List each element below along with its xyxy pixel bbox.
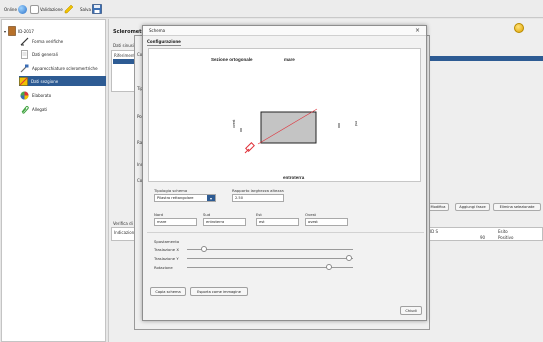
left-orientation-label: ovest [232,120,236,128]
pencil-icon [64,4,74,14]
bg-label-riferimenti: Riferimenti [114,53,137,58]
spostamento-heading: Spostamento [154,239,180,244]
hammer-icon [20,64,29,72]
globe-icon [17,4,27,14]
toolbar-online[interactable]: Online [4,4,27,14]
table-header-esito: Esito [498,229,508,234]
close-icon[interactable]: × [415,27,420,34]
rapporto-field[interactable]: 2.50 [232,194,284,202]
tree-root-label: ID-2017 [18,28,34,34]
top-orientation-label: mare [284,57,295,62]
tree-root[interactable]: ▾ ID-2017 [4,26,34,36]
bg-label-dati-sinusi: Dati sinusi [113,43,134,48]
app-window: Online Validazione Salva ▾ ID-2017 Forma… [0,0,543,342]
toolbar-salva-label: Salva [80,6,91,12]
navigation-tree: ▾ ID-2017 Forma verifiche Dati generali … [1,19,106,342]
tree-item-label: Dati generali [32,51,58,57]
section-icon [19,76,28,86]
schema-canvas[interactable]: Sezione ortogonale mare ovest est entrot… [148,48,421,182]
table-header-id: ID S [430,229,439,234]
nord-field[interactable]: mare [154,218,197,226]
chevron-down-icon[interactable]: ▾ [207,195,215,201]
info-icon[interactable] [514,23,524,33]
section-rectangle [260,111,317,144]
toolbar-validazione-label: Validazione [40,6,63,12]
right-orientation-label: est [354,121,358,126]
bg-table-right: ID S Esito 90 Positivo [427,227,543,241]
traslazione-y-label: Traslazione Y [154,256,179,261]
sud-field[interactable]: entroterra [203,218,246,226]
floppy-disk-icon [92,4,102,14]
traslazione-x-track[interactable] [187,249,353,250]
dialog-titlebar[interactable]: Schema × [143,26,426,36]
traslazione-x-slider[interactable] [201,246,207,252]
toolbar-online-label: Online [4,6,17,12]
tree-item-forma-verifiche[interactable]: Forma verifiche [20,36,63,46]
table-cell-esito: Positivo [498,235,514,240]
export-image-button[interactable]: Esporta come immagine [190,287,248,296]
traslazione-y-slider[interactable] [346,255,352,261]
tree-item-elaborato[interactable]: Elaborato [20,90,51,100]
pie-chart-icon [20,91,29,99]
toolbar-validazione[interactable]: Validazione [30,4,74,14]
nord-label: Nord [154,212,164,217]
dialog-title: Schema [149,28,166,33]
tree-item-label: Apparecchiature scleromertriche [32,65,98,71]
tipologia-select[interactable]: Pilastro rettangolare ▾ [154,194,216,202]
est-field[interactable]: est [256,218,299,226]
table-cell-value: 90 [480,235,486,240]
tipologia-label: Tipologia schema [154,188,188,193]
ovest-label: Ovest [305,212,317,217]
tree-item-apparecchiature[interactable]: Apparecchiature scleromertriche [20,63,98,73]
tree-item-label: Elaborato [32,92,52,98]
elimina-selezionate-button[interactable]: Elimina selezionate [493,203,541,211]
ruler-icon [20,37,29,45]
close-button[interactable]: Chiudi [400,306,422,315]
expand-icon[interactable]: ▾ [4,29,6,34]
traslazione-y-track[interactable] [187,258,353,259]
check-icon [30,4,39,14]
tab-configurazione[interactable]: Configurazione [147,39,181,46]
bg-label-verifica: Verifica di [113,221,133,226]
rotazione-label: Rotazione [154,265,173,270]
ovest-field[interactable]: ovest [305,218,348,226]
bottom-orientation-label: entroterra [283,175,305,180]
tree-item-dati-generali[interactable]: Dati generali [20,49,58,59]
tree-item-allegati[interactable]: Allegati [20,104,47,114]
est-label: Est [256,212,262,217]
aggiungi-fasce-button[interactable]: Aggiungi fasce [455,203,490,211]
modifica-button[interactable]: Modifica [427,203,449,211]
tree-item-dati-sezione[interactable]: Dati sezgione [19,76,106,86]
top-toolbar: Online Validazione Salva [0,0,543,18]
toolbar-salva[interactable]: Salva [80,4,102,14]
copy-schema-button[interactable]: Copia schema [150,287,186,296]
rapporto-label: Rapporto larghezza altezza [232,188,284,193]
tipologia-select-value: Pilastro rettangolare [157,196,194,200]
rotazione-slider[interactable] [326,264,332,270]
binder-icon [8,26,16,36]
selected-row-highlight-right[interactable] [429,56,543,61]
section-label: Sezione ortogonale [211,57,253,62]
schema-dialog: Schema × Configurazione Sezione ortogona… [142,25,427,321]
tree-item-label: Forma verifiche [32,38,64,44]
tree-item-label: Allegati [32,106,48,112]
schema-drawing: Sezione ortogonale mare ovest est entrot… [211,57,358,180]
marker-icon [244,142,255,154]
section-divider [147,232,424,233]
document-icon [21,49,28,59]
paperclip-icon [21,105,29,114]
traslazione-x-label: Traslazione X [154,247,179,252]
tree-item-label: Dati sezgione [31,78,59,84]
sud-label: Sud [203,212,211,217]
